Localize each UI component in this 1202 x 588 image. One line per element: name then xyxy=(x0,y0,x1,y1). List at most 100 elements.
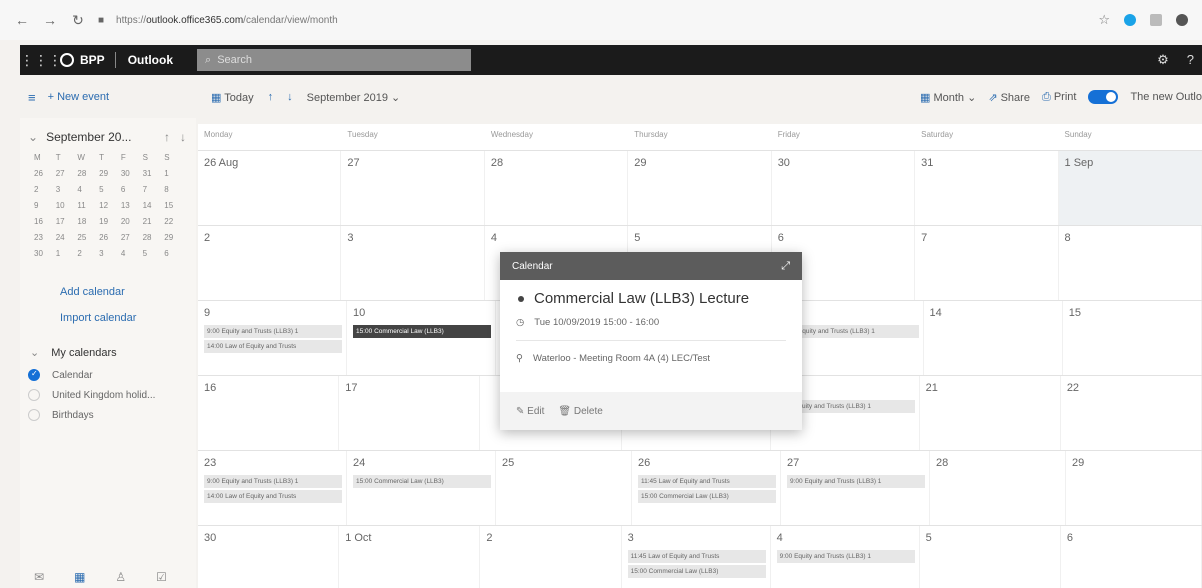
day-cell[interactable]: 25 xyxy=(496,451,632,525)
mini-calendar-day[interactable]: 29 xyxy=(164,232,186,244)
mini-calendar-day[interactable]: 16 xyxy=(34,216,56,228)
back-arrow-icon[interactable]: ← xyxy=(14,12,30,28)
edit-button[interactable]: ✎ Edit xyxy=(516,406,544,417)
mini-calendar-day[interactable]: 31 xyxy=(143,168,165,180)
mini-calendar-title[interactable]: September 20... xyxy=(46,130,131,144)
app-launcher-icon[interactable]: ⋮⋮⋮ xyxy=(20,52,62,69)
forward-arrow-icon[interactable]: → xyxy=(42,12,58,28)
calendar-module-icon[interactable]: ▦ xyxy=(74,570,85,584)
event-chip[interactable]: 9:00 Equity and Trusts (LLB3) 1 xyxy=(204,325,342,338)
tasks-icon[interactable]: ☑ xyxy=(156,570,167,584)
day-cell[interactable]: 22 xyxy=(1061,376,1202,450)
day-cell[interactable]: 29 xyxy=(628,151,772,225)
share-button[interactable]: ⇗ Share xyxy=(988,91,1030,104)
print-button[interactable]: ⎙ Print xyxy=(1042,91,1077,104)
extension-blue-icon[interactable] xyxy=(1124,14,1136,26)
previous-arrow-icon[interactable]: ↑ xyxy=(268,91,274,103)
today-button[interactable]: ▦ Today xyxy=(211,91,254,104)
day-cell[interactable]: 17 xyxy=(339,376,481,450)
event-chip[interactable]: 11:45 Law of Equity and Trusts xyxy=(638,475,776,488)
help-icon[interactable]: ? xyxy=(1187,52,1194,68)
mini-calendar-day[interactable]: 5 xyxy=(99,184,121,196)
day-cell[interactable]: 9 9:00 Equity and Trusts (LLB3) 1 14:00 La… xyxy=(198,301,347,375)
mini-calendar-day[interactable]: 30 xyxy=(34,248,56,260)
mini-calendar-day[interactable]: 1 xyxy=(164,168,186,180)
bookmark-star-icon[interactable]: ☆ xyxy=(1098,12,1110,28)
mini-calendar-day[interactable]: 19 xyxy=(99,216,121,228)
hamburger-menu-icon[interactable]: ≡ xyxy=(28,90,36,105)
mini-calendar-day[interactable]: 18 xyxy=(77,216,99,228)
mini-calendar-day[interactable]: 6 xyxy=(121,184,143,196)
day-cell[interactable]: 10 15:00 Commercial Law (LLB3) xyxy=(347,301,496,375)
day-cell[interactable]: 28 xyxy=(485,151,629,225)
mini-calendar-day[interactable]: 26 xyxy=(34,168,56,180)
mini-calendar-day[interactable]: 4 xyxy=(121,248,143,260)
mini-calendar-day[interactable]: 17 xyxy=(56,216,78,228)
day-cell[interactable]: 14 xyxy=(924,301,1063,375)
mini-calendar-day[interactable]: 13 xyxy=(121,200,143,212)
mail-icon[interactable]: ✉ xyxy=(34,570,44,584)
mini-previous-arrow-icon[interactable]: ↑ xyxy=(164,130,170,144)
mini-calendar-day[interactable]: 28 xyxy=(77,168,99,180)
new-outlook-toggle[interactable] xyxy=(1088,90,1119,104)
checked-circle-icon[interactable] xyxy=(28,369,40,381)
mini-calendar-day[interactable]: 22 xyxy=(164,216,186,228)
mini-calendar-day[interactable]: 27 xyxy=(121,232,143,244)
profile-avatar-icon[interactable] xyxy=(1176,14,1188,26)
day-cell[interactable]: 29 xyxy=(1066,451,1202,525)
mini-calendar-day[interactable]: 2 xyxy=(77,248,99,260)
day-cell[interactable]: 2 xyxy=(480,526,622,588)
day-cell[interactable]: 28 xyxy=(930,451,1066,525)
calendar-list-item[interactable]: Birthdays xyxy=(20,405,196,425)
calendar-list-item[interactable]: Calendar xyxy=(20,365,196,385)
mini-calendar-day[interactable]: 1 xyxy=(56,248,78,260)
mini-calendar-day[interactable]: 28 xyxy=(143,232,165,244)
event-chip[interactable]: 15:00 Commercial Law (LLB3) xyxy=(353,475,491,488)
mini-calendar-day[interactable]: 25 xyxy=(77,232,99,244)
reload-icon[interactable]: ↻ xyxy=(70,12,86,29)
settings-gear-icon[interactable]: ⚙ xyxy=(1157,52,1169,68)
event-chip[interactable]: 11:45 Law of Equity and Trusts xyxy=(627,550,766,563)
day-cell[interactable]: 1 Oct xyxy=(339,526,481,588)
import-calendar-link[interactable]: Import calendar xyxy=(20,312,196,324)
my-calendars-header[interactable]: ⌄ My calendars xyxy=(20,346,196,360)
day-cell[interactable]: 21 xyxy=(920,376,1061,450)
day-cell[interactable]: 16 xyxy=(198,376,340,450)
mini-calendar-day[interactable]: 10 xyxy=(56,200,78,212)
day-cell[interactable]: 15 xyxy=(1063,301,1202,375)
event-chip-selected[interactable]: 15:00 Commercial Law (LLB3) xyxy=(353,325,491,338)
event-chip[interactable]: 14:00 Law of Equity and Trusts xyxy=(204,340,342,353)
event-chip[interactable]: 15:00 Commercial Law (LLB3) xyxy=(627,565,766,578)
day-cell[interactable]: 30 xyxy=(772,151,916,225)
mini-calendar-day[interactable]: 24 xyxy=(56,232,78,244)
unchecked-circle-icon[interactable] xyxy=(28,409,40,421)
day-cell[interactable]: 31 xyxy=(915,151,1059,225)
day-cell[interactable]: 1 Sep xyxy=(1058,151,1202,225)
people-icon[interactable]: ♙ xyxy=(115,570,126,584)
mini-calendar-day[interactable]: 7 xyxy=(143,184,165,196)
mini-calendar-day[interactable]: 15 xyxy=(164,200,186,212)
mini-calendar-day[interactable]: 26 xyxy=(99,232,121,244)
mini-calendar-day[interactable]: 6 xyxy=(164,248,186,260)
app-title[interactable]: Outlook xyxy=(116,53,185,67)
mini-next-arrow-icon[interactable]: ↓ xyxy=(180,130,186,144)
mini-calendar-day[interactable]: 11 xyxy=(77,200,99,212)
mini-calendar-day[interactable]: 2 xyxy=(34,184,56,196)
address-bar[interactable]: https://outlook.office365.com/calendar/v… xyxy=(116,15,338,26)
day-cell[interactable]: 27 9:00 Equity and Trusts (LLB3) 1 xyxy=(781,451,930,525)
day-cell[interactable]: 3 11:45 Law of Equity and Trusts 15:00 Com… xyxy=(622,526,771,588)
search-box[interactable]: ⌕ Search xyxy=(197,49,472,71)
day-cell[interactable]: 7 xyxy=(915,226,1059,300)
day-cell[interactable]: 6 xyxy=(1061,526,1202,588)
event-chip[interactable]: 9:00 Equity and Trusts (LLB3) 1 xyxy=(776,550,915,563)
mini-calendar-day[interactable]: 29 xyxy=(99,168,121,180)
day-cell[interactable]: 23 9:00 Equity and Trusts (LLB3) 1 14:00 L… xyxy=(198,451,347,525)
unchecked-circle-icon[interactable] xyxy=(28,389,40,401)
calendar-list-item[interactable]: United Kingdom holid... xyxy=(20,385,196,405)
mini-calendar-day[interactable]: 12 xyxy=(99,200,121,212)
day-cell[interactable]: 30 xyxy=(198,526,340,588)
mini-calendar-day[interactable]: 8 xyxy=(164,184,186,196)
day-cell[interactable]: 26 11:45 Law of Equity and Trusts 15:00 Co… xyxy=(632,451,781,525)
mini-calendar-day[interactable]: 9 xyxy=(34,200,56,212)
expand-icon[interactable]: ⤢ xyxy=(781,260,790,273)
